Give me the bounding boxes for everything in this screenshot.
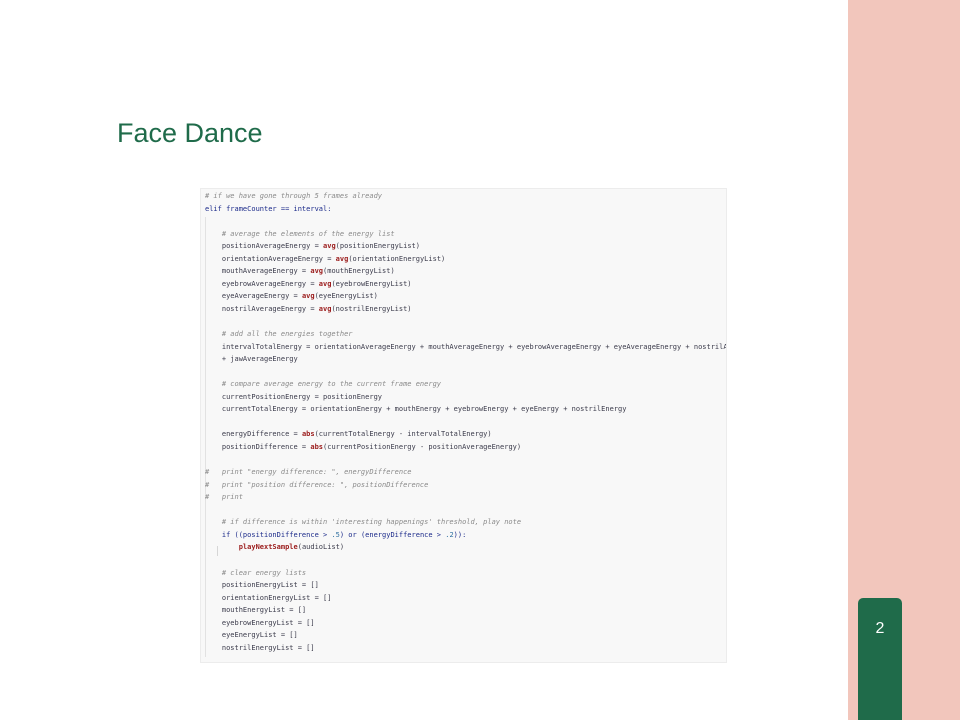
code-line: eyebrowEnergyList = [] bbox=[205, 618, 315, 627]
code-line: # add all the energies together bbox=[205, 330, 353, 339]
code-line: # print "position difference: ", positio… bbox=[205, 480, 429, 489]
code-line: orientationAverageEnergy = avg(orientati… bbox=[205, 254, 446, 263]
code-line: eyebrowAverageEnergy = avg(eyebrowEnergy… bbox=[205, 279, 412, 288]
page-number: 2 bbox=[875, 620, 885, 637]
code-line: nostrilEnergyList = [] bbox=[205, 643, 315, 652]
code-line: # if difference is within 'interesting h… bbox=[205, 518, 522, 527]
code-line: nostrilAverageEnergy = avg(nostrilEnergy… bbox=[205, 304, 412, 313]
code-line: # print "energy difference: ", energyDif… bbox=[205, 468, 412, 477]
code-line: positionAverageEnergy = avg(positionEner… bbox=[205, 242, 420, 251]
code-line: currentPositionEnergy = positionEnergy bbox=[205, 392, 383, 401]
code-line: energyDifference = abs(currentTotalEnerg… bbox=[205, 430, 492, 439]
code-line: # print bbox=[205, 493, 243, 502]
code-line: mouthEnergyList = [] bbox=[205, 606, 307, 615]
code-line: eyeEnergyList = [] bbox=[205, 631, 298, 640]
code-line: # compare average energy to the current … bbox=[205, 380, 442, 389]
code-line: playNextSample(audioList) bbox=[238, 543, 345, 552]
code-line: eyeAverageEnergy = avg(eyeEnergyList) bbox=[205, 292, 378, 301]
code-line: # if we have gone through 5 frames alrea… bbox=[205, 192, 383, 200]
code-block: # if we have gone through 5 frames alrea… bbox=[200, 188, 727, 663]
slide-title: Face Dance bbox=[117, 118, 263, 148]
code-line: positionEnergyList = [] bbox=[205, 581, 319, 590]
code-line: orientationEnergyList = [] bbox=[205, 593, 332, 602]
code-line: positionDifference = abs(currentPosition… bbox=[205, 443, 522, 451]
code-line: + jawAverageEnergy bbox=[205, 355, 298, 364]
code-line: currentTotalEnergy = orientationEnergy +… bbox=[205, 405, 627, 414]
code-line: # average the elements of the energy lis… bbox=[205, 229, 395, 238]
page-number-tab: 2 bbox=[858, 598, 902, 720]
code-line: # clear energy lists bbox=[205, 568, 307, 577]
code-line: if ((positionDifference > .5) or (energy… bbox=[205, 530, 467, 539]
code-line: mouthAverageEnergy = avg(mouthEnergyList… bbox=[205, 267, 395, 276]
code-line: intervalTotalEnergy = orientationAverage… bbox=[221, 342, 726, 351]
code-line: elif frameCounter == interval: bbox=[205, 204, 332, 213]
